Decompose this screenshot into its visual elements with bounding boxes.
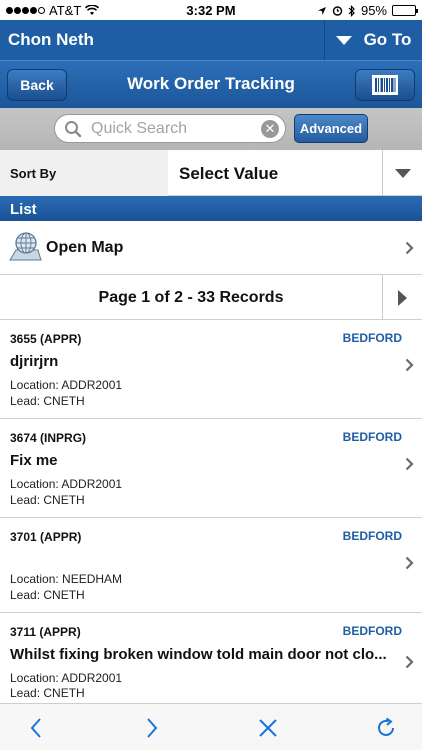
battery-percent: 95% bbox=[360, 3, 387, 18]
search-input[interactable] bbox=[91, 117, 251, 140]
search-icon bbox=[65, 121, 82, 138]
browser-stop-button[interactable] bbox=[254, 714, 282, 742]
chevron-right-icon bbox=[405, 457, 414, 471]
barcode-scan-button[interactable] bbox=[355, 69, 415, 101]
goto-label: Go To bbox=[363, 30, 412, 49]
sort-by-label: Sort By bbox=[0, 150, 168, 196]
caret-right-icon bbox=[398, 289, 407, 306]
list-item[interactable]: 3701 (APPR) BEDFORD Location: NEEDHAM Le… bbox=[0, 518, 422, 613]
record-id: 3711 (APPR) bbox=[10, 625, 81, 639]
record-location: Location: ADDR2001 bbox=[10, 671, 123, 685]
record-location: Location: NEEDHAM bbox=[10, 572, 123, 586]
list-item[interactable]: 3674 (INPRG) BEDFORD Fix me Location: AD… bbox=[0, 419, 422, 518]
record-description: Whilst fixing broken window told main do… bbox=[10, 646, 387, 663]
chevron-left-icon bbox=[30, 718, 41, 738]
record-site: BEDFORD bbox=[342, 529, 402, 543]
status-bar: AT&T 3:32 PM 95% bbox=[0, 0, 422, 20]
record-description: Fix me bbox=[10, 452, 58, 469]
record-lead: Lead: CNETH bbox=[10, 686, 85, 700]
advanced-label: Advanced bbox=[299, 121, 363, 136]
sort-dropdown-button[interactable] bbox=[382, 150, 422, 196]
record-location: Location: ADDR2001 bbox=[10, 378, 123, 392]
close-icon bbox=[259, 719, 277, 737]
open-map-row[interactable]: Open Map bbox=[0, 221, 422, 275]
username: Chon Neth bbox=[8, 30, 94, 49]
chevron-right-icon bbox=[405, 655, 414, 669]
caret-down-icon bbox=[335, 35, 352, 45]
record-site: BEDFORD bbox=[342, 624, 402, 638]
caret-down-icon bbox=[394, 168, 411, 178]
browser-reload-button[interactable] bbox=[372, 714, 400, 742]
back-button[interactable]: Back bbox=[7, 69, 67, 101]
battery-icon bbox=[392, 5, 418, 16]
record-lead: Lead: CNETH bbox=[10, 394, 85, 408]
chevron-right-icon bbox=[405, 241, 414, 255]
clear-search-icon[interactable]: ✕ bbox=[261, 120, 279, 138]
chevron-right-icon bbox=[405, 556, 414, 570]
browser-forward-button[interactable] bbox=[138, 714, 166, 742]
goto-button[interactable]: Go To bbox=[324, 20, 422, 60]
record-lead: Lead: CNETH bbox=[10, 493, 85, 507]
barcode-icon bbox=[372, 75, 398, 95]
list-header: List bbox=[0, 196, 422, 221]
map-icon bbox=[9, 232, 42, 261]
pager: Page 1 of 2 - 33 Records bbox=[0, 275, 422, 320]
open-map-label: Open Map bbox=[46, 239, 124, 256]
nav-bar: Back Work Order Tracking bbox=[0, 60, 422, 108]
alarm-icon bbox=[332, 6, 343, 16]
list-item[interactable]: 3711 (APPR) BEDFORD Whilst fixing broken… bbox=[0, 613, 422, 703]
search-bar: ✕ Advanced bbox=[0, 108, 422, 150]
pager-text: Page 1 of 2 - 33 Records bbox=[98, 289, 284, 306]
chevron-right-icon bbox=[147, 718, 158, 738]
refresh-icon bbox=[378, 717, 394, 736]
record-id: 3701 (APPR) bbox=[10, 530, 82, 544]
record-lead: Lead: CNETH bbox=[10, 588, 85, 602]
chevron-right-icon bbox=[405, 358, 414, 372]
search-box[interactable]: ✕ bbox=[54, 114, 286, 143]
record-site: BEDFORD bbox=[342, 430, 402, 444]
location-icon bbox=[317, 6, 326, 15]
record-site: BEDFORD bbox=[342, 331, 402, 345]
back-label: Back bbox=[20, 77, 54, 93]
sort-row: Sort By Select Value bbox=[0, 150, 422, 196]
user-bar: Chon Neth Go To bbox=[0, 20, 422, 60]
record-id: 3655 (APPR) bbox=[10, 332, 82, 346]
advanced-search-button[interactable]: Advanced bbox=[294, 114, 368, 143]
record-id: 3674 (INPRG) bbox=[10, 431, 87, 445]
next-page-button[interactable] bbox=[382, 275, 422, 320]
bluetooth-icon bbox=[348, 4, 355, 17]
browser-back-button[interactable] bbox=[22, 714, 50, 742]
status-right: 95% bbox=[317, 3, 418, 18]
sort-select[interactable]: Select Value bbox=[168, 150, 382, 196]
bottom-toolbar bbox=[0, 703, 422, 750]
list-item[interactable]: 3655 (APPR) BEDFORD djrirjrn Location: A… bbox=[0, 320, 422, 419]
record-description: djrirjrn bbox=[10, 353, 59, 370]
record-location: Location: ADDR2001 bbox=[10, 477, 123, 491]
